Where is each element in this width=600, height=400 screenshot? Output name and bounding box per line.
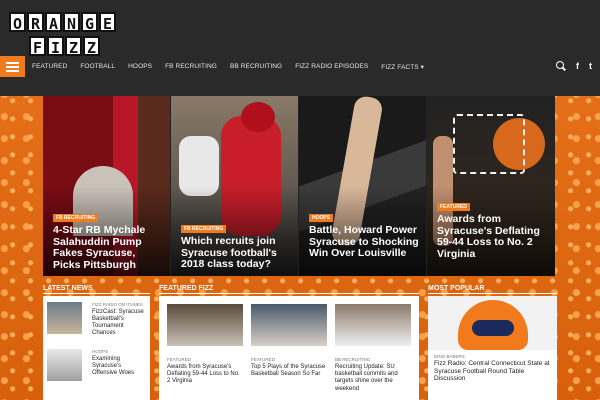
hamburger-line [6,70,19,72]
popular-thumbnail[interactable] [428,296,557,350]
logo-letter: O [9,12,26,33]
facebook-icon[interactable]: f [576,61,579,71]
nav-item-hoops[interactable]: HOOPS [128,63,152,71]
logo-letter: E [99,12,116,33]
section-title-latest: LATEST NEWS [43,285,93,292]
hero-tag[interactable]: FB RECRUITING [181,225,227,233]
list-tag[interactable]: HOOPS [92,349,108,354]
hero-card[interactable]: HOOPS Battle, Howard Power Syracuse to S… [299,96,427,276]
section-title-featured: FEATURED FIZZ [159,285,214,292]
featured-title[interactable]: Top 5 Plays of the Syracuse Basketball S… [251,364,327,378]
search-icon[interactable] [556,61,566,71]
hero-title[interactable]: Awards from Syracuse's Deflating 59-44 L… [437,213,549,260]
main-nav: FEATURED FOOTBALL HOOPS FB RECRUITING BB… [32,63,424,71]
header-icons: f t [556,61,592,71]
menu-toggle-button[interactable] [0,56,25,77]
nav-item-bb-recruiting[interactable]: BB RECRUITING [230,63,282,71]
nav-item-football[interactable]: FOOTBALL [80,63,115,71]
list-thumbnail [47,349,82,381]
hero-title[interactable]: Which recruits join Syracuse football's … [181,235,292,271]
logo-letter: Z [83,36,100,57]
nav-item-fizz-radio[interactable]: FIZZ RADIO EPISODES [295,63,368,71]
latest-news-list: FIZZ RADIO ON ITUNES FizzCast: Syracuse … [43,296,150,400]
section-divider [159,293,419,294]
hero-grid: FB RECRUITING 4-Star RB Mychale Salahudd… [43,96,555,276]
hero-card[interactable]: FB RECRUITING Which recruits join Syracu… [171,96,299,276]
hero-tag[interactable]: FEATURED [437,203,470,211]
featured-item[interactable]: FEATURED Awards from Syracuse's Deflatin… [167,304,247,386]
featured-tag[interactable]: FEATURED [251,357,331,362]
logo-word-fizz: F I Z Z [29,36,100,57]
mascot-mouth [472,320,514,336]
featured-title[interactable]: Awards from Syracuse's Deflating 59-44 L… [167,364,243,386]
list-tag[interactable]: FIZZ RADIO ON ITUNES [92,302,143,307]
hero-card[interactable]: FB RECRUITING 4-Star RB Mychale Salahudd… [43,96,171,276]
hoop-net-figure [453,114,525,174]
hero-card[interactable]: FEATURED Awards from Syracuse's Deflatin… [427,96,555,276]
logo-letter: G [81,12,98,33]
list-title[interactable]: Examining Syracuse's Offensive Woes [92,356,147,377]
hamburger-line [6,62,19,64]
featured-fizz-list: FEATURED Awards from Syracuse's Deflatin… [159,296,419,400]
featured-item[interactable]: FEATURED Top 5 Plays of the Syracuse Bas… [251,304,331,378]
list-title[interactable]: FizzCast: Syracuse Basketball's Tourname… [92,309,147,337]
featured-thumbnail [251,304,327,346]
popular-tag[interactable]: DINO BABERS [434,354,465,359]
logo-letter: F [29,36,46,57]
logo-letter: Z [65,36,82,57]
popular-title[interactable]: Fizz Radio: Central Connecticut State at… [434,360,554,383]
hero-title[interactable]: 4-Star RB Mychale Salahuddin Pump Fakes … [53,224,164,271]
featured-tag[interactable]: FEATURED [167,357,247,362]
section-title-popular: MOST POPULAR [428,285,485,292]
featured-thumbnail [167,304,243,346]
nav-item-fizz-facts[interactable]: FIZZ FACTS ▾ [381,63,424,71]
hero-tag[interactable]: HOOPS [309,214,334,222]
section-divider [428,293,557,294]
nav-item-fb-recruiting[interactable]: FB RECRUITING [165,63,217,71]
logo-letter: I [47,36,64,57]
featured-item[interactable]: BB RECRUITING Recruiting Update: SU bask… [335,304,415,393]
featured-title[interactable]: Recruiting Update: SU basketball commits… [335,364,411,393]
hero-tag[interactable]: FB RECRUITING [53,214,99,222]
helmet-figure [241,102,275,132]
featured-tag[interactable]: BB RECRUITING [335,357,415,362]
twitter-icon[interactable]: t [589,61,592,71]
list-thumbnail [47,302,82,334]
site-header: O R A N G E F I Z Z FEATURED FOOTBALL HO… [0,0,600,96]
nav-item-featured[interactable]: FEATURED [32,63,67,71]
most-popular-list: DINO BABERS Fizz Radio: Central Connecti… [428,296,557,400]
logo-letter: N [63,12,80,33]
section-divider [43,293,150,294]
hamburger-line [6,66,19,68]
featured-thumbnail [335,304,411,346]
site-logo[interactable]: O R A N G E F I Z Z [7,10,133,57]
hero-title[interactable]: Battle, Howard Power Syracuse to Shockin… [309,224,420,260]
logo-letter: R [27,12,44,33]
logo-word-orange: O R A N G E [9,12,116,33]
logo-letter: A [45,12,62,33]
